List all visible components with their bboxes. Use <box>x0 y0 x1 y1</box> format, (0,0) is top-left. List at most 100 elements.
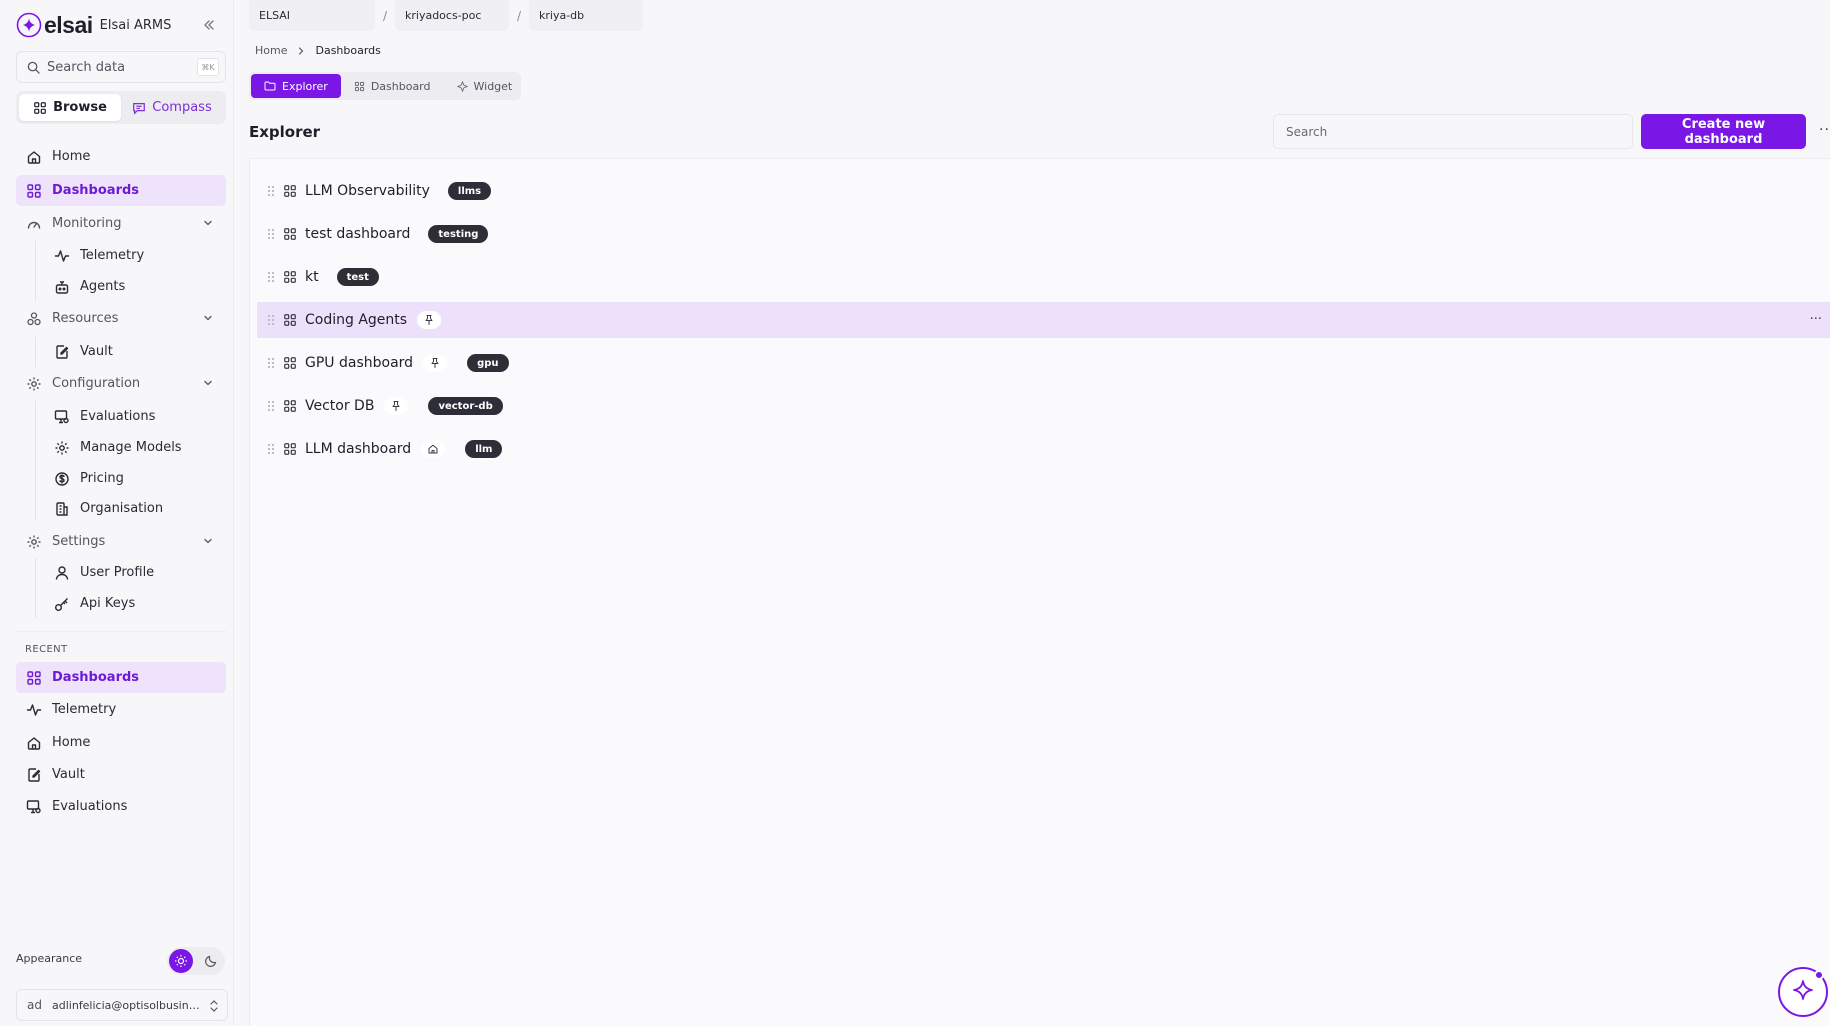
drag-handle-icon[interactable] <box>265 227 277 241</box>
recent-dashboards[interactable]: Dashboards <box>16 662 226 693</box>
recent-evaluations[interactable]: Evaluations <box>16 791 226 822</box>
nav-agents[interactable]: Agents <box>42 272 226 301</box>
pin-icon[interactable] <box>384 397 409 415</box>
compass-mode-button[interactable]: Compass <box>121 94 223 121</box>
dashboard-name: kt <box>305 269 319 285</box>
gear-icon <box>54 440 70 456</box>
list-item[interactable]: LLM Observability llms <box>257 173 1830 209</box>
grid-icon <box>26 183 42 199</box>
drag-handle-icon[interactable] <box>265 442 277 456</box>
recent-telemetry[interactable]: Telemetry <box>16 694 226 725</box>
page-title: Explorer <box>249 123 321 141</box>
nav-api-keys[interactable]: Api Keys <box>42 589 226 618</box>
recent-home[interactable]: Home <box>16 727 226 758</box>
list-item[interactable]: LLM dashboard llm <box>257 431 1830 467</box>
home-icon <box>26 149 42 165</box>
nav-home[interactable]: Home <box>16 141 226 172</box>
chevron-right-icon <box>299 46 304 55</box>
nav-user-profile-label: User Profile <box>80 565 155 580</box>
assistant-button[interactable] <box>1778 967 1828 1017</box>
dark-theme-button[interactable] <box>199 949 223 973</box>
theme-toggle[interactable] <box>167 947 225 975</box>
drag-handle-icon[interactable] <box>265 184 277 198</box>
dashboard-search-input[interactable] <box>1273 114 1633 149</box>
pin-icon[interactable] <box>423 354 448 372</box>
list-item[interactable]: kt test <box>257 259 1830 295</box>
pin-icon[interactable] <box>417 311 442 329</box>
nav-telemetry[interactable]: Telemetry <box>42 241 226 270</box>
home-icon[interactable] <box>421 440 446 458</box>
nav-settings-label: Settings <box>52 534 106 549</box>
search-icon <box>27 61 40 74</box>
tab-explorer[interactable]: Explorer <box>251 74 341 98</box>
list-item[interactable]: Vector DB vector-db <box>257 388 1830 424</box>
tab-kriya-db[interactable]: kriya-db <box>529 0 643 31</box>
breadcrumb: Home Dashboards <box>255 44 381 57</box>
create-dashboard-button[interactable]: Create new dashboard <box>1641 114 1806 149</box>
nav-monitoring-label: Monitoring <box>52 216 122 231</box>
recent-heading: RECENT <box>25 644 68 655</box>
tab-widget[interactable]: Widget <box>444 74 526 98</box>
folder-icon <box>264 81 276 91</box>
appearance-label: Appearance <box>16 952 83 965</box>
collapse-sidebar-icon[interactable] <box>200 16 218 34</box>
row-more-icon[interactable]: ··· <box>1810 312 1822 327</box>
more-options-icon[interactable]: ··· <box>1819 122 1830 138</box>
dashboard-name: Vector DB <box>305 398 375 414</box>
nav-resources[interactable]: Resources <box>16 303 226 334</box>
recent-item-label: Vault <box>52 767 85 782</box>
pulse-icon <box>26 702 42 718</box>
tab-label: kriyadocs-poc <box>405 9 482 22</box>
dashboard-name: LLM Observability <box>305 183 430 199</box>
nav-dashboards[interactable]: Dashboards <box>16 175 226 206</box>
chevron-down-icon[interactable] <box>202 377 214 389</box>
user-email: adlinfelicia@optisolbusiness.com <box>51 998 202 1012</box>
nav-configuration[interactable]: Configuration <box>16 368 226 399</box>
nav-evaluations[interactable]: Evaluations <box>42 402 226 431</box>
nav-user-profile[interactable]: User Profile <box>42 558 226 587</box>
tab-dashboard[interactable]: Dashboard <box>341 74 444 98</box>
resources-icon <box>26 311 42 327</box>
tree-line <box>35 337 36 367</box>
workspace-tabs: ELSAI / kriyadocs-poc / kriya-db <box>249 0 643 31</box>
drag-handle-icon[interactable] <box>265 313 277 327</box>
tree-line <box>35 558 36 618</box>
nav-vault[interactable]: Vault <box>42 337 226 366</box>
moon-icon <box>205 955 217 967</box>
chevron-updown-icon <box>210 1000 218 1012</box>
nav-manage-models[interactable]: Manage Models <box>42 433 226 462</box>
breadcrumb-home[interactable]: Home <box>255 44 287 57</box>
chevron-down-icon[interactable] <box>202 312 214 324</box>
list-item[interactable]: GPU dashboard gpu <box>257 345 1830 381</box>
nav-monitoring[interactable]: Monitoring <box>16 208 226 239</box>
user-menu[interactable]: ad adlinfelicia@optisolbusiness.com <box>16 989 228 1021</box>
recent-vault[interactable]: Vault <box>16 759 226 790</box>
list-item[interactable]: Coding Agents ··· <box>257 302 1830 338</box>
nav-settings[interactable]: Settings <box>16 526 226 557</box>
drag-handle-icon[interactable] <box>265 356 277 370</box>
brand[interactable]: elsai Elsai ARMS <box>16 10 171 40</box>
list-item[interactable]: test dashboard testing <box>257 216 1830 252</box>
tab-elsai[interactable]: ELSAI <box>249 0 375 31</box>
recent-item-label: Dashboards <box>52 670 140 685</box>
chat-icon <box>133 102 146 115</box>
nav-organisation[interactable]: Organisation <box>42 494 226 523</box>
vault-icon <box>26 767 42 783</box>
main-content: ELSAI / kriyadocs-poc / kriya-db Home Da… <box>249 0 1830 1026</box>
browse-mode-button[interactable]: Browse <box>19 94 121 121</box>
light-theme-button[interactable] <box>169 949 193 973</box>
tab-explorer-label: Explorer <box>282 79 328 93</box>
sidebar-search[interactable]: ⌘K <box>16 51 226 83</box>
search-input[interactable] <box>47 59 187 75</box>
sparkle-icon <box>1793 980 1813 1000</box>
breadcrumb-current: Dashboards <box>315 44 381 57</box>
tab-kriyadocs-poc[interactable]: kriyadocs-poc <box>395 0 509 31</box>
nav-pricing[interactable]: Pricing <box>42 464 226 493</box>
chevron-down-icon[interactable] <box>202 535 214 547</box>
chevron-down-icon[interactable] <box>202 217 214 229</box>
nav-telemetry-label: Telemetry <box>80 248 145 263</box>
home-icon <box>26 735 42 751</box>
dashboard-name: test dashboard <box>305 226 411 242</box>
drag-handle-icon[interactable] <box>265 270 277 284</box>
drag-handle-icon[interactable] <box>265 399 277 413</box>
